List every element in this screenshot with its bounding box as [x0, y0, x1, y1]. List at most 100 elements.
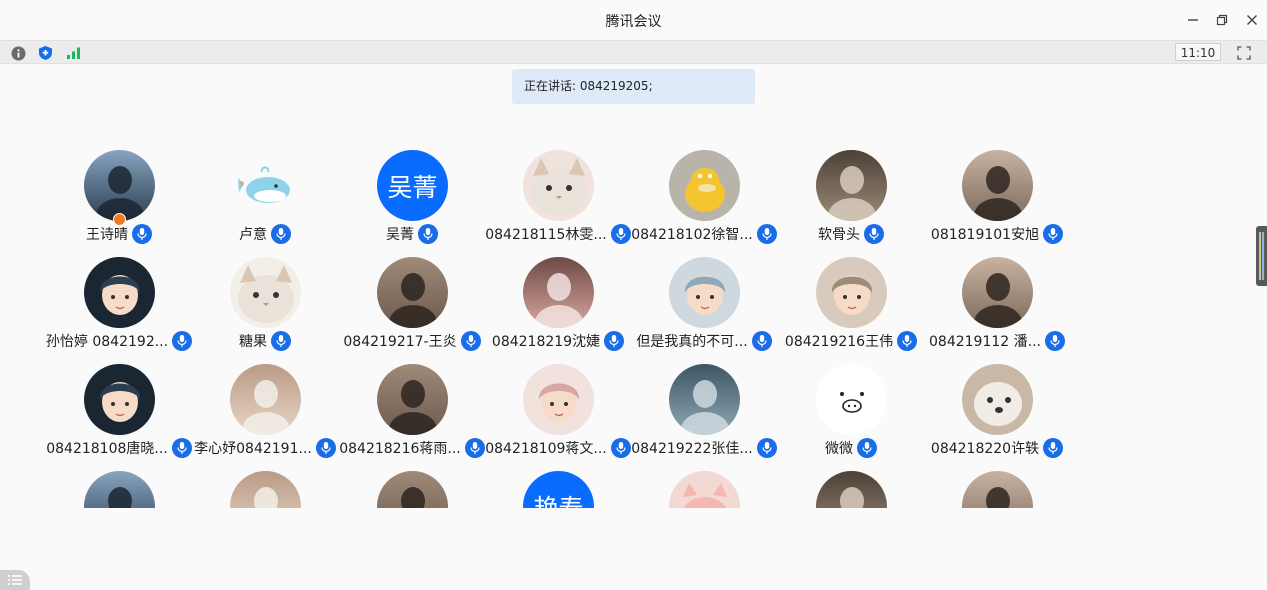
microphone-icon	[171, 438, 192, 458]
microphone-icon	[460, 331, 481, 351]
participant-name: 084219217-王炎	[343, 334, 457, 350]
participant-tile[interactable]: 081819101安旭	[924, 150, 1070, 250]
participant-name: 糖果	[239, 334, 267, 350]
microphone-icon	[132, 224, 152, 244]
participant-name: 084219112 潘...	[929, 334, 1041, 350]
participant-avatar	[84, 364, 155, 435]
participant-avatar	[816, 150, 887, 221]
microphone-icon	[271, 224, 291, 244]
participant-tile[interactable]	[339, 471, 485, 508]
participant-avatar	[962, 257, 1033, 328]
participant-tile[interactable]: 微微	[778, 364, 924, 464]
participant-name: 084219216王伟	[784, 334, 894, 350]
participant-name-line: 吴菁	[339, 222, 485, 246]
participant-name-line: 084219216王伟	[778, 329, 924, 353]
microphone-icon	[315, 438, 336, 458]
participant-name-line: 084218108唐晓...	[46, 436, 192, 460]
microphone-icon	[1043, 438, 1064, 458]
participant-name-line: 084218220许轶	[924, 436, 1070, 460]
microphone-icon	[857, 438, 877, 458]
side-panel-handle[interactable]	[1256, 226, 1267, 286]
participant-name: 084218115林雯...	[485, 227, 607, 243]
participant-tile[interactable]: 084218220许轶	[924, 364, 1070, 464]
participant-name: 084218219沈婕	[491, 334, 601, 350]
microphone-icon	[1043, 224, 1064, 244]
participant-avatar	[84, 257, 155, 328]
avatar-initials: 艳寿	[523, 471, 594, 508]
participant-name-line: 084219112 潘...	[924, 329, 1070, 353]
participant-name: 084218109蒋文...	[485, 441, 607, 457]
participant-tile[interactable]: 084219216王伟	[778, 257, 924, 357]
microphone-icon	[756, 438, 777, 458]
participant-tile[interactable]: 糖果	[192, 257, 338, 357]
participant-avatar	[230, 257, 301, 328]
participant-avatar	[84, 471, 155, 508]
participant-tile[interactable]: 软骨头	[778, 150, 924, 250]
participant-name: 软骨头	[818, 227, 860, 243]
microphone-icon	[604, 331, 625, 351]
participant-tile[interactable]: 084219222张佳...	[631, 364, 777, 464]
microphone-icon	[751, 331, 772, 351]
participant-avatar	[962, 364, 1033, 435]
microphone-icon	[172, 331, 193, 351]
participant-tile[interactable]: 卢意	[192, 150, 338, 250]
participant-avatar	[669, 150, 740, 221]
participant-avatar	[377, 364, 448, 435]
participant-name: 卢意	[239, 227, 267, 243]
participant-tile[interactable]: 王诗晴	[46, 150, 192, 250]
participant-name-line: 微微	[778, 436, 924, 460]
participant-name-line: 但是我真的不可...	[631, 329, 777, 353]
participant-avatar	[84, 150, 155, 221]
participant-avatar: 吴菁	[377, 150, 448, 221]
participant-avatar	[816, 364, 887, 435]
participant-tile[interactable]	[631, 471, 777, 508]
participant-tile[interactable]	[46, 471, 192, 508]
participant-tile[interactable]: 084218109蒋文...	[485, 364, 631, 464]
participant-name: 但是我真的不可...	[636, 334, 748, 350]
participant-tile[interactable]: 孙怡婷 0842192...	[46, 257, 193, 357]
participant-name: 吴菁	[386, 227, 414, 243]
participant-avatar	[962, 150, 1033, 221]
list-icon	[8, 575, 22, 585]
participant-name: 084219222张佳...	[631, 441, 753, 457]
microphone-icon	[610, 224, 631, 244]
participant-name-line: 084219222张佳...	[631, 436, 777, 460]
microphone-icon	[464, 438, 485, 458]
participant-avatar	[230, 364, 301, 435]
participant-avatar	[816, 471, 887, 508]
participant-tile[interactable]: 084219217-王炎	[339, 257, 485, 357]
participant-tile[interactable]: 084218102徐智...	[631, 150, 777, 250]
participant-name: 084218220许轶	[930, 441, 1040, 457]
participant-tile[interactable]	[778, 471, 924, 508]
participant-avatar	[523, 364, 594, 435]
participant-avatar	[523, 257, 594, 328]
participant-tile[interactable]: 艳寿	[485, 471, 631, 508]
participant-tile[interactable]: 李心妤0842191...	[192, 364, 338, 464]
participant-tile[interactable]	[924, 471, 1070, 508]
participant-tile[interactable]: 吴菁 吴菁	[339, 150, 485, 250]
microphone-icon	[271, 331, 291, 351]
participant-name-line: 软骨头	[778, 222, 924, 246]
participant-tile[interactable]: 084218115林雯...	[485, 150, 631, 250]
participant-tile[interactable]: 但是我真的不可...	[631, 257, 777, 357]
participant-avatar	[816, 257, 887, 328]
participant-avatar: 艳寿	[523, 471, 594, 508]
participant-name-line: 卢意	[192, 222, 338, 246]
microphone-icon	[864, 224, 884, 244]
participant-tile[interactable]: 084218219沈婕	[485, 257, 631, 357]
participant-tile[interactable]: 084218108唐晓...	[46, 364, 192, 464]
participant-list-button[interactable]	[0, 570, 30, 590]
microphone-icon	[610, 438, 631, 458]
participant-avatar	[669, 257, 740, 328]
participant-avatar	[377, 257, 448, 328]
participant-name-line: 084218109蒋文...	[485, 436, 631, 460]
participant-avatar	[669, 364, 740, 435]
participant-tile[interactable]: 084218216蒋雨...	[339, 364, 485, 464]
participant-tile[interactable]	[192, 471, 338, 508]
participant-name-line: 084218219沈婕	[485, 329, 631, 353]
participant-avatar	[230, 471, 301, 508]
participant-avatar	[523, 150, 594, 221]
participant-name-line: 李心妤0842191...	[192, 436, 338, 460]
participant-tile[interactable]: 084219112 潘...	[924, 257, 1070, 357]
participant-name-line: 084218102徐智...	[631, 222, 777, 246]
